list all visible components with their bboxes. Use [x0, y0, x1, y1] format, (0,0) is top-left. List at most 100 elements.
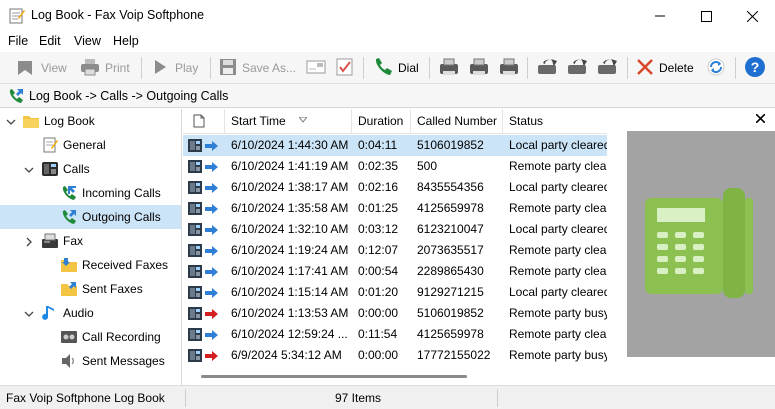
tree-item-outgoing-calls[interactable]: Outgoing Calls	[0, 205, 181, 229]
save-as-button[interactable]: Save As...	[219, 55, 296, 81]
toolbar-separator	[210, 57, 211, 79]
refresh-icon	[706, 57, 726, 80]
table-row[interactable]: 6/10/2024 1:17:41 AM 0:00:54 2289865430 Rem…	[183, 261, 607, 282]
cell-start: 6/10/2024 1:17:41 AM	[231, 264, 349, 278]
tree-label: Log Book	[44, 114, 95, 128]
cell-status: Remote party busy	[509, 348, 607, 362]
fax-action-button-1[interactable]	[535, 55, 559, 81]
toolbar-separator	[735, 57, 736, 79]
cell-start: 6/10/2024 1:32:10 AM	[231, 222, 349, 236]
cell-duration: 0:02:16	[358, 180, 399, 194]
column-header-type[interactable]	[183, 109, 225, 134]
svg-text:?: ?	[751, 59, 760, 75]
close-preview-button[interactable]	[755, 112, 766, 126]
minimize-button[interactable]	[637, 0, 683, 32]
cell-start: 6/10/2024 1:19:24 AM	[231, 243, 349, 257]
table-row[interactable]: 6/9/2024 5:34:12 AM 0:00:00 17772155022 Rem…	[183, 345, 607, 366]
tree-item-sent-messages[interactable]: Sent Messages	[0, 349, 181, 373]
chevron-down-icon[interactable]	[6, 116, 16, 126]
delete-button[interactable]: Delete	[636, 55, 694, 81]
column-header-called-number[interactable]: Called Number	[411, 109, 503, 134]
cell-status: Local party cleared	[509, 180, 607, 194]
cell-status: Remote party cleared	[509, 327, 607, 341]
dial-button[interactable]: Dial	[373, 55, 419, 81]
play-button[interactable]: Play	[153, 55, 198, 81]
help-button[interactable]: ?	[744, 55, 766, 81]
fax-forward-button[interactable]	[497, 55, 521, 81]
column-header-duration[interactable]: Duration	[352, 109, 411, 134]
table-row[interactable]: 6/10/2024 1:13:53 AM 0:00:00 5106019852 Rem…	[183, 303, 607, 324]
chevron-down-icon[interactable]	[24, 164, 34, 174]
outgoing-call-icon	[188, 223, 220, 240]
column-header-status[interactable]: Status	[503, 109, 607, 134]
toolbar-separator	[141, 57, 142, 79]
cell-status: Remote party cleared	[509, 264, 607, 278]
table-row[interactable]: 6/10/2024 1:19:24 AM 0:12:07 2073635517 Rem…	[183, 240, 607, 261]
tree-item-calls[interactable]: Calls	[0, 157, 181, 181]
cell-start: 6/10/2024 1:41:19 AM	[231, 159, 349, 173]
table-row[interactable]: 6/10/2024 12:59:24 ... 0:11:54 4125659978 R…	[183, 324, 607, 345]
menu-file[interactable]: File	[8, 34, 28, 48]
cell-duration: 0:11:54	[358, 327, 398, 341]
toolbar-separator	[363, 57, 364, 79]
tree-item-sent-faxes[interactable]: Sent Faxes	[0, 277, 181, 301]
column-header-start-time[interactable]: Start Time	[225, 109, 352, 134]
speaker-icon	[60, 353, 78, 369]
fax-send-button[interactable]	[437, 55, 461, 81]
chevron-down-icon[interactable]	[24, 308, 34, 318]
table-row[interactable]: 6/10/2024 1:15:14 AM 0:01:20 9129271215 Loc…	[183, 282, 607, 303]
fax-receive-button[interactable]	[467, 55, 491, 81]
table-row[interactable]: 6/10/2024 1:35:58 AM 0:01:25 4125659978 Rem…	[183, 198, 607, 219]
table-row[interactable]: 6/10/2024 1:41:19 AM 0:02:35 500 Remote par…	[183, 156, 607, 177]
tree-item-fax[interactable]: Fax	[0, 229, 181, 253]
breadcrumb-path: Log Book -> Calls -> Outgoing Calls	[29, 89, 229, 103]
envelope-button[interactable]	[306, 55, 326, 81]
cell-number: 5106019852	[417, 138, 484, 152]
fax-action-button-3[interactable]	[595, 55, 619, 81]
menu-edit[interactable]: Edit	[39, 34, 61, 48]
cell-duration: 0:00:00	[358, 306, 399, 320]
tree-item-call-recording[interactable]: Call Recording	[0, 325, 181, 349]
tree-item-received-faxes[interactable]: Received Faxes	[0, 253, 181, 277]
tree-label: Incoming Calls	[82, 186, 161, 200]
menu-view[interactable]: View	[74, 34, 101, 48]
print-button[interactable]: Print	[80, 55, 130, 81]
table-row[interactable]: 6/10/2024 1:44:30 AM 0:04:11 5106019852 Loc…	[183, 135, 607, 156]
cell-status: Local party cleared	[509, 222, 607, 236]
horizontal-scrollbar[interactable]	[201, 375, 467, 378]
toolbar-separator	[429, 57, 430, 79]
checkbox-button[interactable]	[336, 55, 354, 81]
toolbar-separator	[527, 57, 528, 79]
chevron-right-icon[interactable]	[24, 236, 34, 247]
table-row[interactable]: 6/10/2024 1:38:17 AM 0:02:16 8435554356 Loc…	[183, 177, 607, 198]
view-button[interactable]: View	[16, 55, 67, 81]
cell-duration: 0:04:11	[358, 138, 398, 152]
cell-start: 6/10/2024 1:13:53 AM	[231, 306, 349, 320]
cell-start: 6/10/2024 1:35:58 AM	[231, 201, 349, 215]
cell-number: 5106019852	[417, 306, 484, 320]
tree-label: Sent Messages	[82, 354, 165, 368]
title-bar: Log Book - Fax Voip Softphone	[0, 0, 775, 32]
tree-item-incoming-calls[interactable]: Incoming Calls	[0, 181, 181, 205]
toolbar-separator	[627, 57, 628, 79]
status-divider	[185, 389, 186, 407]
outgoing-call-icon	[188, 328, 220, 345]
phone-handset-icon	[373, 57, 393, 80]
breadcrumb: Log Book -> Calls -> Outgoing Calls	[0, 84, 775, 108]
refresh-button[interactable]	[706, 55, 726, 81]
cell-number: 4125659978	[417, 327, 484, 341]
tree-item-audio[interactable]: Audio	[0, 301, 181, 325]
tree-item-log-book[interactable]: Log Book	[0, 109, 181, 133]
close-window-button[interactable]	[729, 0, 775, 32]
menu-help[interactable]: Help	[113, 34, 139, 48]
sort-descending-icon	[297, 112, 309, 126]
cell-start: 6/10/2024 1:44:30 AM	[231, 138, 349, 152]
table-header: Start Time Duration Called Number Status	[183, 109, 607, 134]
outgoing-call-icon	[188, 286, 220, 303]
table-row[interactable]: 6/10/2024 1:32:10 AM 0:03:12 6123210047 Loc…	[183, 219, 607, 240]
maximize-button[interactable]	[683, 0, 729, 32]
tree-item-general[interactable]: General	[0, 133, 181, 157]
fax-action-button-2[interactable]	[565, 55, 589, 81]
cell-number: 8435554356	[417, 180, 484, 194]
delete-x-icon	[636, 58, 654, 79]
